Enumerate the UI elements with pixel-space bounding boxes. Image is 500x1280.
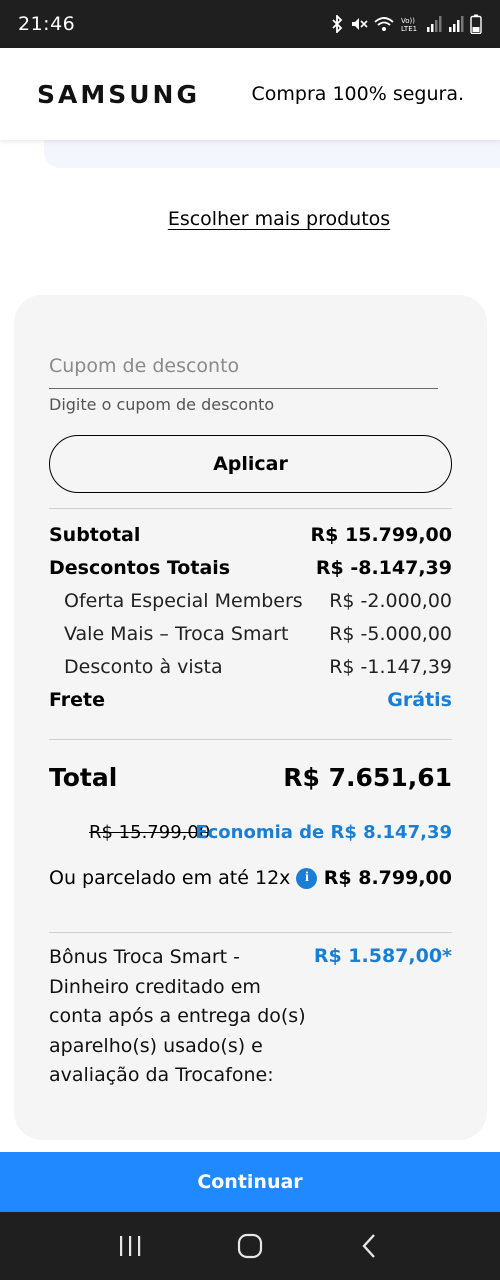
apply-coupon-button[interactable]: Aplicar <box>49 435 452 493</box>
recent-apps-button[interactable] <box>100 1221 160 1271</box>
choose-more-products-link[interactable]: Escolher mais produtos <box>168 208 390 230</box>
discount-label: Desconto à vista <box>64 656 223 678</box>
installment-label-group: Ou parcelado em até 12x i <box>49 867 318 889</box>
installment-value: R$ 8.799,00 <box>323 867 452 889</box>
svg-text:LTE1: LTE1 <box>401 25 417 33</box>
battery-icon <box>470 14 482 34</box>
discount-label: Oferta Especial Members <box>64 590 303 612</box>
discount-row: Oferta Especial Members R$ -2.000,00 <box>49 590 452 612</box>
secure-purchase-text: Compra 100% segura. <box>251 83 465 105</box>
installment-row: Ou parcelado em até 12x i R$ 8.799,00 <box>49 867 452 889</box>
bonus-value: R$ 1.587,00* <box>313 945 452 967</box>
home-icon <box>237 1233 263 1259</box>
samsung-logo[interactable]: SAMSUNG <box>37 80 200 109</box>
back-icon <box>362 1234 375 1258</box>
shipping-value: Grátis <box>387 689 452 711</box>
subtotal-label: Subtotal <box>49 524 141 546</box>
divider <box>49 508 452 509</box>
status-time: 21:46 <box>18 13 76 35</box>
app-header: SAMSUNG Compra 100% segura. <box>0 48 500 140</box>
discount-label: Vale Mais – Troca Smart <box>64 623 289 645</box>
discount-row: Desconto à vista R$ -1.147,39 <box>49 656 452 678</box>
total-row: Total R$ 7.651,61 <box>49 763 452 792</box>
total-value: R$ 7.651,61 <box>283 763 452 792</box>
more-products-container: Escolher mais produtos <box>0 208 500 230</box>
discount-row: Vale Mais – Troca Smart R$ -5.000,00 <box>49 623 452 645</box>
subtotal-row: Subtotal R$ 15.799,00 <box>49 524 452 546</box>
bluetooth-icon <box>332 15 343 33</box>
order-summary-card: Digite o cupom de desconto Aplicar Subto… <box>14 295 487 1140</box>
discount-value: R$ -2.000,00 <box>329 590 452 612</box>
info-icon[interactable]: i <box>296 867 318 889</box>
total-discounts-value: R$ -8.147,39 <box>315 557 452 579</box>
bonus-description: Bônus Troca Smart - Dinheiro creditado e… <box>49 946 306 1086</box>
status-bar: 21:46 Vo)) LTE1 <box>0 0 500 48</box>
subtotal-value: R$ 15.799,00 <box>310 524 452 546</box>
shipping-row: Frete Grátis <box>49 689 452 711</box>
installment-label: Ou parcelado em até 12x <box>49 867 291 889</box>
svg-text:Vo)): Vo)) <box>401 17 415 25</box>
home-button[interactable] <box>220 1221 280 1271</box>
volte-icon: Vo))LTE1 <box>401 17 417 33</box>
system-navigation-bar <box>0 1212 500 1280</box>
continue-button[interactable]: Continuar <box>0 1152 500 1212</box>
discount-value: R$ -1.147,39 <box>329 656 452 678</box>
back-button[interactable] <box>340 1221 400 1271</box>
divider <box>49 739 452 740</box>
total-discounts-row: Descontos Totais R$ -8.147,39 <box>49 557 452 579</box>
recent-apps-icon <box>120 1236 141 1256</box>
signal-icon-2 <box>449 16 464 32</box>
old-price: R$ 15.799,00 <box>89 822 211 843</box>
wifi-icon <box>374 17 394 31</box>
status-icons: Vo)) LTE1 <box>330 14 482 34</box>
total-label: Total <box>49 763 118 792</box>
signal-icon <box>427 16 442 32</box>
savings-text: Economia de R$ 8.147,39 <box>195 822 452 843</box>
coupon-input[interactable] <box>49 343 438 389</box>
total-discounts-label: Descontos Totais <box>49 557 231 579</box>
mute-icon <box>352 18 368 30</box>
discount-value: R$ -5.000,00 <box>329 623 452 645</box>
divider <box>49 932 452 933</box>
coupon-hint: Digite o cupom de desconto <box>49 395 275 414</box>
shipping-label: Frete <box>49 689 105 711</box>
